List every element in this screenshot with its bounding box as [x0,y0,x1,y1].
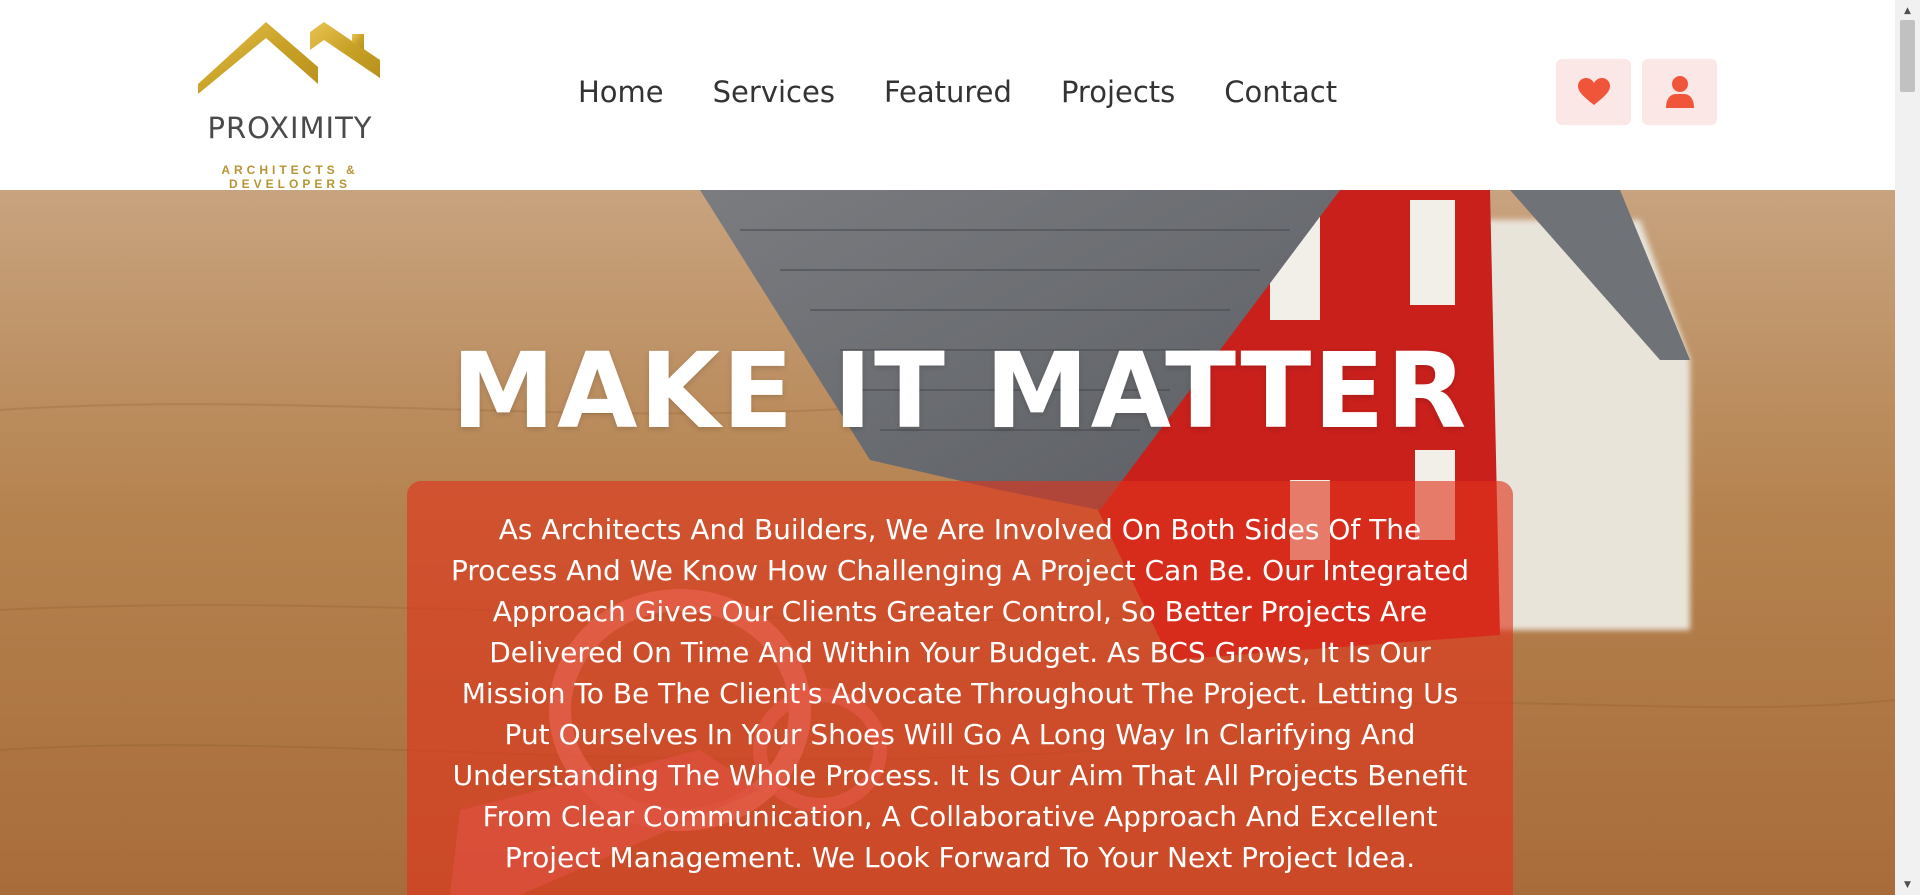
hero-section: MAKE IT MATTER As Architects And Builder… [0,190,1895,895]
page-scrollbar[interactable]: ▲ ▼ [1895,0,1920,895]
nav-projects[interactable]: Projects [1061,72,1175,112]
nav-featured[interactable]: Featured [884,72,1012,112]
nav-home[interactable]: Home [578,72,664,112]
nav-services[interactable]: Services [713,72,835,112]
account-button[interactable] [1642,59,1717,125]
hero-title: MAKE IT MATTER [451,330,1469,452]
nav-contact[interactable]: Contact [1224,72,1337,112]
user-icon [1665,76,1694,108]
wishlist-button[interactable] [1556,59,1631,125]
scroll-down-arrow-icon[interactable]: ▼ [1895,876,1920,893]
site-header: PROXIMITY ARCHITECTS & DEVELOPERS Home S… [0,0,1895,191]
roof-logo-icon [198,22,380,94]
main-nav: Home Services Featured Projects Contact [578,72,1386,112]
page-viewport: PROXIMITY ARCHITECTS & DEVELOPERS Home S… [0,0,1895,895]
brand-name: PROXIMITY [207,111,373,145]
scroll-up-arrow-icon[interactable]: ▲ [1895,2,1920,19]
brand-logo[interactable]: PROXIMITY ARCHITECTS & DEVELOPERS [170,18,415,191]
heart-icon [1577,78,1610,105]
hero-description: As Architects And Builders, We Are Invol… [450,513,1470,874]
scrollbar-thumb[interactable] [1900,20,1915,92]
brand-tagline: ARCHITECTS & DEVELOPERS [221,163,359,191]
hero-description-card: As Architects And Builders, We Are Invol… [407,481,1513,895]
